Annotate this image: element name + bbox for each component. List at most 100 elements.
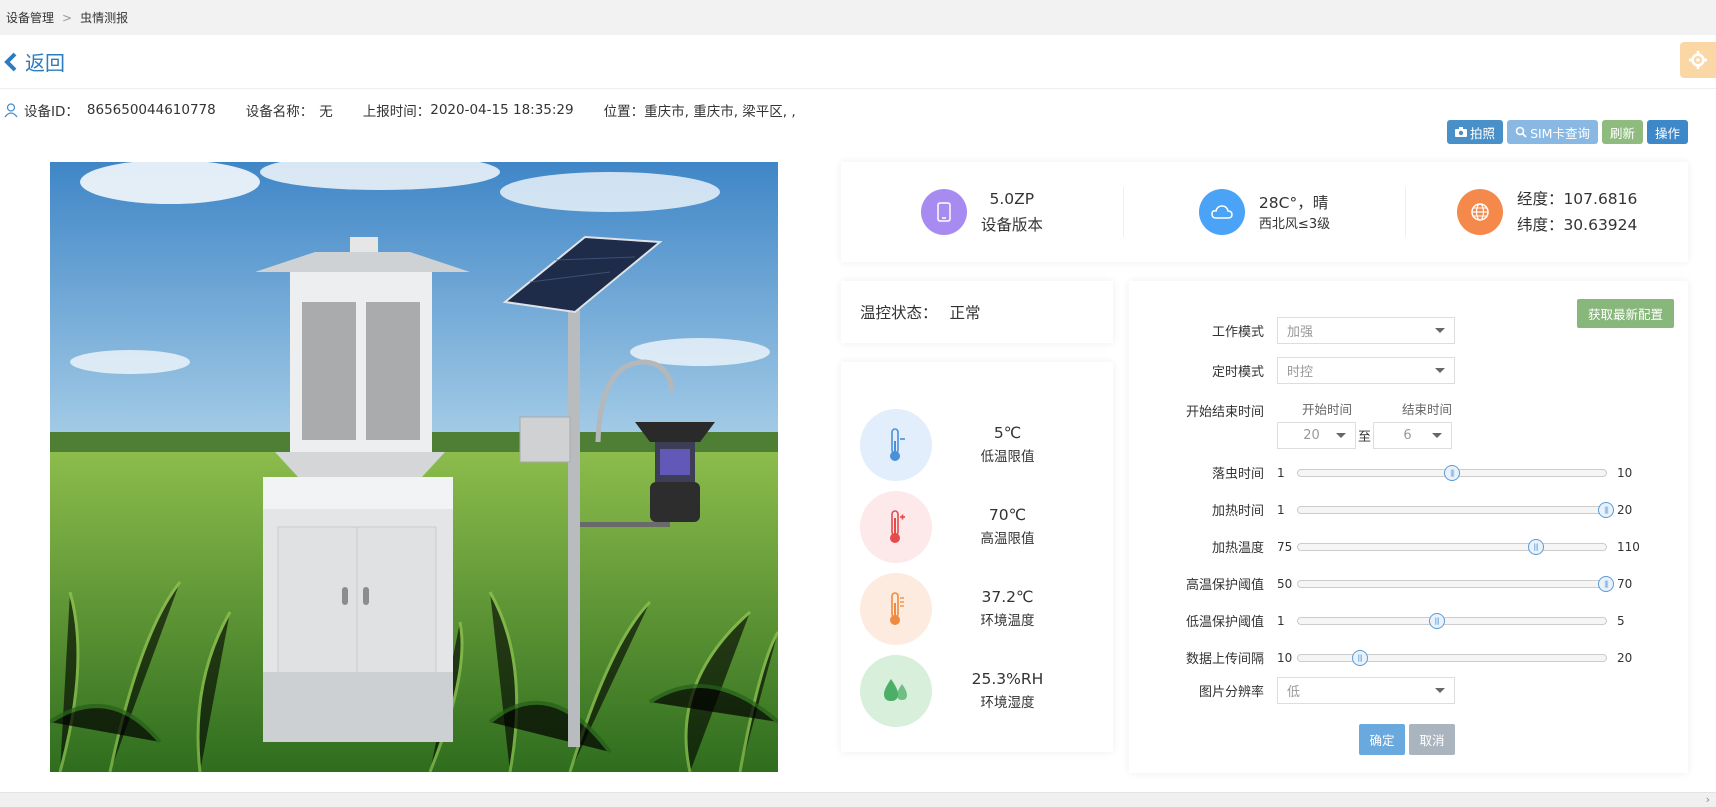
version-label: 设备版本 — [980, 216, 1043, 234]
slider-handle[interactable]: ||| — [1598, 501, 1614, 518]
thermometer-icon — [860, 573, 932, 645]
slider-row: 落虫时间 1 ||| 10 — [1129, 463, 1632, 482]
sensor-env-temp-label: 环境温度 — [980, 613, 1035, 629]
slider-track[interactable]: ||| — [1297, 649, 1607, 666]
slider-handle[interactable]: ||| — [1598, 575, 1614, 592]
scroll-right-icon[interactable]: › — [1706, 793, 1710, 806]
camera-icon — [1455, 127, 1468, 137]
thermometer-high-icon — [860, 491, 932, 563]
slider-max: 5 — [1617, 613, 1625, 628]
work-mode-row: 工作模式 加强 — [1129, 317, 1455, 344]
breadcrumb-separator: > — [62, 10, 73, 25]
user-icon — [4, 102, 18, 117]
sensor-card: 5℃ 低温限值 70℃ 高温限值 37.2℃ 环境温度 25.3%RH 环境湿度 — [841, 362, 1113, 752]
phone-icon — [920, 189, 967, 235]
slider-track[interactable]: ||| — [1297, 501, 1614, 518]
back-label: 返回 — [25, 51, 65, 75]
resolution-value: 低 — [1287, 685, 1301, 700]
sensor-high-temp: 70℃ 高温限值 — [841, 486, 1113, 568]
slider-max: 20 — [1617, 650, 1633, 665]
resolution-select[interactable]: 低 — [1277, 677, 1455, 704]
water-drop-icon — [860, 655, 932, 727]
refresh-button[interactable]: 刷新 — [1601, 120, 1643, 144]
slider-row: 加热温度 75 ||| 110 — [1129, 537, 1640, 556]
sensor-env-humidity-label: 环境湿度 — [980, 695, 1035, 711]
timer-mode-row: 定时模式 时控 — [1129, 357, 1455, 384]
temp-status-card: 温控状态： 正常 — [841, 281, 1113, 343]
breadcrumb-item-device-management[interactable]: 设备管理 — [6, 9, 54, 26]
sim-query-button[interactable]: SIM卡查询 — [1507, 120, 1598, 144]
slider-max: 20 — [1617, 502, 1633, 517]
to-label: 至 — [1358, 430, 1372, 445]
slider-max: 10 — [1617, 465, 1633, 480]
slider-row: 低温保护阈值 1 ||| 5 — [1129, 611, 1625, 630]
slider-label: 加热时间 — [1211, 504, 1264, 519]
slider-min: 10 — [1277, 650, 1293, 665]
sensor-env-humidity-value: 25.3%RH — [971, 670, 1044, 688]
cloud-icon — [1198, 189, 1245, 235]
breadcrumb-item-pest-report[interactable]: 虫情测报 — [80, 9, 128, 26]
operate-button[interactable]: 操作 — [1646, 120, 1688, 144]
start-time-label: 开始时间 — [1301, 402, 1352, 417]
sensor-high-temp-label: 高温限值 — [980, 531, 1035, 547]
end-time-select[interactable]: 6 — [1373, 422, 1453, 449]
sensor-high-temp-value: 70℃ — [988, 506, 1027, 524]
slider-label: 数据上传间隔 — [1185, 652, 1264, 667]
globe-icon — [1456, 189, 1503, 235]
fetch-latest-config-button[interactable]: 获取最新配置 — [1576, 299, 1674, 328]
chevron-down-icon — [1432, 433, 1443, 438]
timer-mode-label: 定时模式 — [1211, 365, 1264, 380]
search-icon — [1515, 126, 1527, 138]
back-button[interactable]: 返回 — [3, 47, 65, 76]
work-mode-label: 工作模式 — [1211, 325, 1264, 340]
chevron-down-icon — [1336, 433, 1346, 438]
temp-status-value: 正常 — [949, 304, 981, 322]
chevron-down-icon — [1435, 688, 1445, 693]
start-end-label: 开始结束时间 — [1185, 405, 1264, 420]
slider-handle[interactable]: ||| — [1527, 538, 1544, 555]
sensor-low-temp-value: 5℃ — [993, 424, 1022, 442]
latitude: 纬度：30.63924 — [1516, 216, 1638, 234]
slider-handle[interactable]: ||| — [1444, 464, 1460, 481]
slider-track[interactable]: ||| — [1297, 538, 1607, 555]
version-stat: 5.0ZP 设备版本 — [841, 187, 1123, 237]
slider-label: 低温保护阈值 — [1185, 615, 1264, 630]
slider-handle[interactable]: ||| — [1351, 649, 1368, 666]
chevron-left-icon — [4, 52, 17, 71]
slider-row: 数据上传间隔 10 ||| 20 — [1129, 648, 1632, 667]
chevron-down-icon — [1435, 328, 1445, 333]
slider-track[interactable]: ||| — [1297, 612, 1607, 629]
start-time-select[interactable]: 20 — [1277, 422, 1356, 449]
report-time-label: 上报时间： — [362, 104, 431, 120]
longitude: 经度：107.6816 — [1516, 190, 1638, 208]
settings-button[interactable] — [1680, 42, 1716, 78]
resolution-row: 图片分辨率 低 — [1129, 677, 1455, 704]
timer-mode-select[interactable]: 时控 — [1277, 357, 1455, 384]
weather-wind: 西北风≤3级 — [1258, 217, 1331, 232]
config-card: 获取最新配置 工作模式 加强 定时模式 时控 开始结束时间 开始时间 结束时间 … — [1129, 281, 1688, 773]
timer-mode-value: 时控 — [1287, 365, 1314, 380]
end-time-label: 结束时间 — [1401, 402, 1452, 417]
horizontal-scrollbar[interactable]: › — [0, 792, 1716, 807]
slider-min: 1 — [1277, 613, 1285, 628]
weather-stat: 28C°，晴 西北风≤3级 — [1122, 187, 1406, 237]
slider-track[interactable]: ||| — [1297, 464, 1607, 481]
cancel-button[interactable]: 取消 — [1409, 724, 1455, 755]
device-name-label: 设备名称： — [245, 104, 314, 120]
slider-handle[interactable]: ||| — [1428, 612, 1445, 629]
gear-icon — [1689, 51, 1707, 69]
slider-max: 70 — [1617, 576, 1633, 591]
slider-track[interactable]: ||| — [1297, 575, 1614, 592]
photo-button-label: 拍照 — [1470, 125, 1496, 141]
temp-status-label: 温控状态： — [860, 304, 938, 322]
photo-button[interactable]: 拍照 — [1447, 120, 1504, 144]
operate-label: 操作 — [1654, 125, 1680, 141]
confirm-button[interactable]: 确定 — [1359, 724, 1405, 755]
slider-label: 高温保护阈值 — [1185, 578, 1264, 593]
slider-min: 1 — [1277, 465, 1285, 480]
slider-row: 加热时间 1 ||| 20 — [1129, 500, 1632, 519]
work-mode-select[interactable]: 加强 — [1277, 317, 1455, 344]
thermometer-low-icon — [860, 409, 932, 481]
device-photo-illustration — [50, 162, 778, 772]
weather-value: 28C°，晴 — [1258, 194, 1329, 212]
